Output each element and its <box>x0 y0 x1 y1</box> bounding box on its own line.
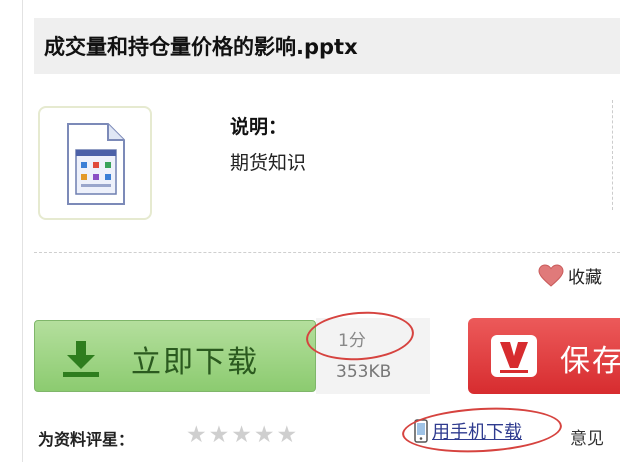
rating-label: 为资料评星： <box>38 430 135 449</box>
document-title: 成交量和持仓量价格的影响.pptx <box>44 35 358 59</box>
heart-icon <box>538 263 564 287</box>
description-label: 说明： <box>230 116 288 138</box>
annotation-circle-mobile <box>400 403 564 457</box>
horizontal-divider <box>34 252 620 253</box>
title-bar: 成交量和持仓量价格的影响.pptx <box>34 18 620 74</box>
star-icon[interactable]: ★ <box>254 424 275 447</box>
save-button[interactable]: 保存 <box>468 318 620 394</box>
star-icon[interactable]: ★ <box>209 424 230 447</box>
star-icon[interactable]: ★ <box>231 424 252 447</box>
download-button[interactable]: 立即下载 <box>34 320 316 392</box>
vertical-divider <box>612 100 613 210</box>
save-label: 保存 <box>560 344 620 379</box>
favorite-label: 收藏 <box>568 268 602 288</box>
favorite-link[interactable]: 收藏 <box>538 263 602 288</box>
download-arrow-icon <box>63 341 99 377</box>
v-logo-icon <box>491 335 537 377</box>
left-divider <box>22 0 23 462</box>
file-thumbnail <box>38 106 152 220</box>
star-icon[interactable]: ★ <box>277 424 298 447</box>
pptx-file-icon <box>67 123 125 205</box>
star-icon[interactable]: ★ <box>186 424 207 447</box>
description-value: 期货知识 <box>230 152 307 174</box>
download-label: 立即下载 <box>131 345 259 380</box>
star-rating[interactable]: ★ ★ ★ ★ ★ <box>186 424 299 447</box>
feedback-link[interactable]: 意见 <box>570 424 604 449</box>
file-size: 353KB <box>336 362 392 382</box>
